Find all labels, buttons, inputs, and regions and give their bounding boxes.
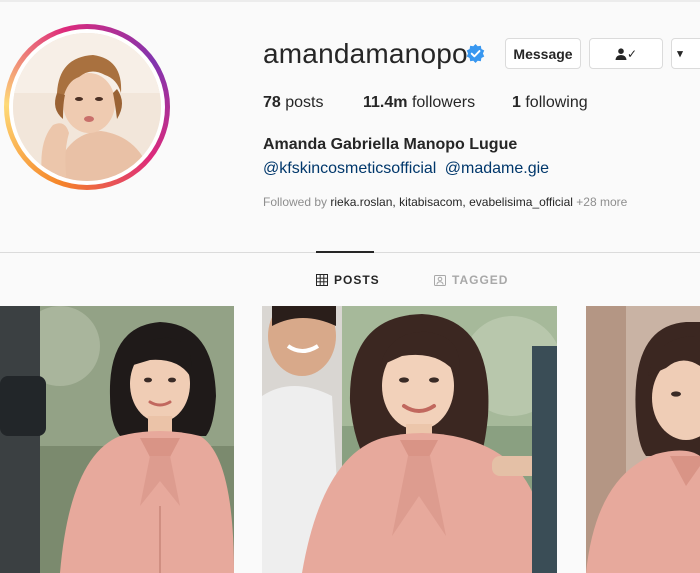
posts-label: posts xyxy=(285,94,324,111)
chevron-down-icon: ▾ xyxy=(677,48,683,60)
stat-posts: 78 posts xyxy=(263,94,324,112)
bio-link-kfskin[interactable]: @kfskincosmeticsofficial xyxy=(263,160,436,177)
verified-badge-icon xyxy=(466,44,485,63)
profile-username: amandamanopo xyxy=(263,38,468,69)
avatar-photo xyxy=(13,33,161,181)
check-icon: ✓ xyxy=(626,46,638,61)
followers-count: 11.4m xyxy=(363,94,408,111)
active-tab-indicator xyxy=(316,251,374,253)
followed-by[interactable]: Followed by rieka.roslan, kitabisacom, e… xyxy=(263,195,627,209)
grid-icon xyxy=(316,274,328,286)
person-icon xyxy=(615,47,627,60)
bio-link-madame[interactable]: @madame.gie xyxy=(445,160,549,177)
following-count: 1 xyxy=(512,94,521,111)
top-border xyxy=(0,0,700,2)
followers-label: followers xyxy=(411,94,476,111)
tab-posts[interactable]: POSTS xyxy=(316,273,380,287)
followed-by-names: rieka.roslan, kitabisacom, evabelisima_o… xyxy=(330,195,573,209)
posts-count: 78 xyxy=(263,94,281,111)
following-dropdown-button[interactable]: ✓ xyxy=(589,38,663,69)
message-button[interactable]: Message xyxy=(505,38,581,69)
post-thumbnail[interactable] xyxy=(586,306,700,573)
tab-posts-label: POSTS xyxy=(334,273,380,287)
profile-full-name: Amanda Gabriella Manopo Lugue xyxy=(263,136,518,153)
bio-links: @kfskincosmeticsofficial @madame.gie xyxy=(263,160,553,178)
followed-by-more: +28 more xyxy=(576,195,628,209)
tab-tagged[interactable]: TAGGED xyxy=(434,273,508,287)
suggestions-dropdown-button[interactable]: ▾ xyxy=(671,38,700,69)
profile-avatar[interactable] xyxy=(4,24,170,190)
followed-by-prefix: Followed by xyxy=(263,195,328,209)
post-thumbnail[interactable] xyxy=(262,306,557,573)
tag-person-icon xyxy=(434,275,446,286)
stat-following[interactable]: 1 following xyxy=(512,94,588,112)
following-label: following xyxy=(525,94,588,111)
stat-followers[interactable]: 11.4m followers xyxy=(363,94,475,112)
tab-tagged-label: TAGGED xyxy=(452,273,509,287)
post-thumbnail[interactable] xyxy=(0,306,234,573)
